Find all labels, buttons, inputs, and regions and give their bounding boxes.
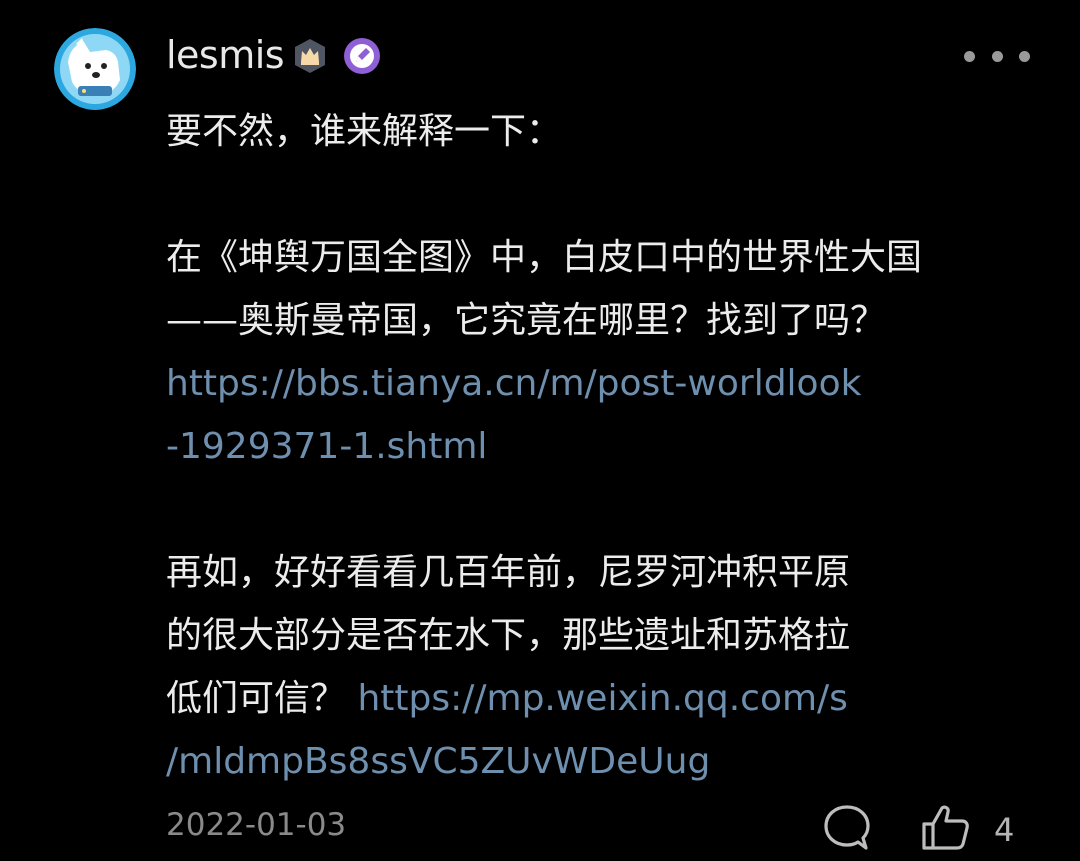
more-options-icon[interactable] — [964, 42, 1030, 70]
content-line: 再如，好好看看几百年前，尼罗河冲积平原 — [166, 541, 1006, 604]
post-text: 再如，好好看看几百年前，尼罗河冲积平原 — [166, 552, 851, 593]
post-link[interactable]: /mldmpBs8ssVC5ZUvWDeUug — [166, 741, 710, 782]
post-content: 要不然，谁来解释一下： 在《坤舆万国全图》中，白皮口中的世界性大国 ——奥斯曼帝国，… — [166, 100, 1006, 793]
content-line: -1929371-1.shtml — [166, 415, 1006, 478]
more-dot — [991, 50, 1003, 62]
post-text: 在《坤舆万国全图》中，白皮口中的世界性大国 — [166, 237, 923, 278]
content-line: /mldmpBs8ssVC5ZUvWDeUug — [166, 730, 1006, 793]
content-line: ——奥斯曼帝国，它究竟在哪里？找到了吗？ — [166, 289, 1006, 352]
post-link[interactable]: https://bbs.tianya.cn/m/post-worldlook — [166, 363, 861, 404]
post-text: 要不然，谁来解释一下： — [166, 111, 563, 152]
post-link[interactable]: -1929371-1.shtml — [166, 426, 487, 467]
crown-badge-icon[interactable] — [291, 37, 329, 75]
post-link[interactable]: https://mp.weixin.qq.com/s — [346, 678, 848, 719]
post-text: ——奥斯曼帝国，它究竟在哪里？找到了吗？ — [166, 300, 887, 341]
more-dot — [1019, 50, 1030, 62]
like-count: 4 — [994, 811, 1015, 849]
post-text: 低们可信？ — [166, 678, 347, 719]
more-dot — [964, 50, 975, 62]
username[interactable]: lesmis — [166, 32, 285, 78]
content-line: 低们可信？ https://mp.weixin.qq.com/s — [166, 667, 1006, 730]
like-icon[interactable] — [918, 800, 972, 854]
post-date: 2022-01-03 — [166, 807, 347, 843]
content-line: 要不然，谁来解释一下： — [166, 100, 1006, 163]
pen-badge-icon[interactable] — [343, 37, 381, 75]
content-line: https://bbs.tianya.cn/m/post-worldlook — [166, 352, 1006, 415]
post-text: 的很大部分是否在水下，那些遗址和苏格拉 — [166, 615, 851, 656]
content-line: 的很大部分是否在水下，那些遗址和苏格拉 — [166, 604, 1006, 667]
avatar[interactable] — [54, 28, 136, 110]
content-line: 在《坤舆万国全图》中，白皮口中的世界性大国 — [166, 226, 1006, 289]
comment-icon[interactable] — [822, 802, 872, 854]
